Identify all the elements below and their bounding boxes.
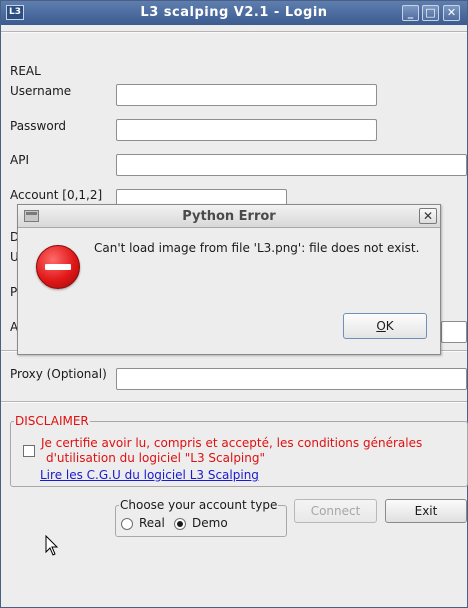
dialog-close-button[interactable]: ✕: [419, 208, 437, 224]
username-label: Username: [10, 84, 72, 98]
disclaimer-text-line1[interactable]: Je certifie avoir lu, compris et accepté…: [41, 436, 422, 450]
disclaimer-title: DISCLAIMER: [14, 414, 90, 428]
radio-real-label[interactable]: Real: [139, 516, 165, 530]
api-input[interactable]: [116, 154, 467, 176]
api-label: API: [10, 153, 29, 167]
error-dialog: Python Error ✕ Can't load image from fil…: [17, 204, 441, 355]
username-input[interactable]: [116, 84, 377, 106]
radio-real[interactable]: [121, 518, 133, 530]
radio-demo-label[interactable]: Demo: [192, 516, 228, 530]
accept-terms-checkbox[interactable]: [23, 445, 35, 457]
terms-link[interactable]: Lire les C.G.U du logiciel L3 Scalping: [40, 468, 259, 482]
account-label: Account [0,1,2]: [10, 188, 103, 202]
radio-demo[interactable]: [174, 518, 186, 530]
minimize-button[interactable]: _: [402, 5, 419, 21]
disclaimer-separator: [1, 401, 467, 403]
maximize-button[interactable]: □: [422, 5, 439, 21]
window-title: L3 scalping V2.1 - Login: [140, 5, 328, 20]
section-real-label: REAL: [10, 64, 41, 78]
mouse-cursor-icon: [45, 535, 59, 556]
proxy-input[interactable]: [116, 368, 467, 390]
title-bar[interactable]: L3 L3 scalping V2.1 - Login _ □ ✕: [1, 1, 467, 25]
exit-button[interactable]: Exit: [385, 499, 467, 523]
dialog-ok-button[interactable]: OK: [343, 313, 427, 339]
dialog-message: Can't load image from file 'L3.png': fil…: [94, 241, 420, 255]
ok-label-rest: K: [385, 319, 394, 333]
proxy-label: Proxy (Optional): [10, 367, 107, 381]
error-icon: [36, 245, 80, 289]
dialog-title: Python Error: [182, 209, 276, 224]
top-separator: [1, 31, 467, 33]
password-input[interactable]: [116, 119, 377, 141]
disclaimer-text-line2[interactable]: d'utilisation du logiciel "L3 Scalping": [46, 451, 265, 465]
close-button[interactable]: ✕: [443, 5, 460, 21]
obscured-input[interactable]: [441, 321, 467, 343]
account-type-title: Choose your account type: [119, 498, 279, 512]
ok-mnemonic: O: [376, 319, 386, 333]
dialog-title-bar[interactable]: Python Error ✕: [18, 205, 440, 228]
password-label: Password: [10, 119, 67, 133]
connect-button[interactable]: Connect: [294, 499, 377, 523]
